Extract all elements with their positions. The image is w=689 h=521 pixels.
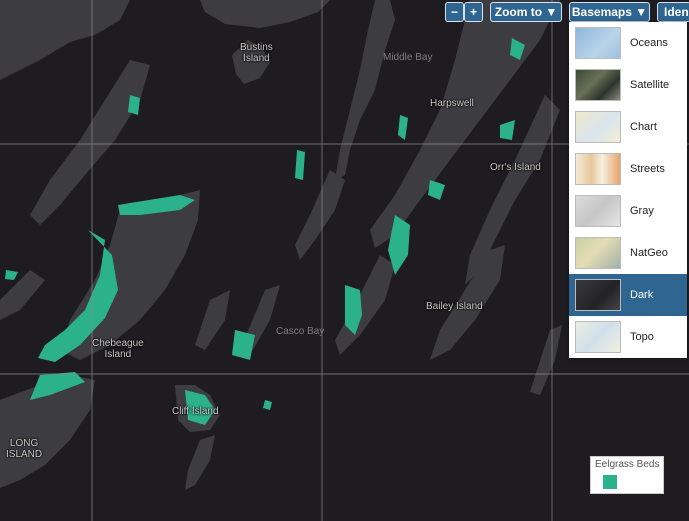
basemap-label: Dark [630, 289, 654, 301]
place-label-harpswell: Harpswell [430, 98, 474, 109]
basemap-item-natgeo[interactable]: NatGeo [569, 232, 687, 274]
basemap-item-satellite[interactable]: Satellite [569, 64, 687, 106]
basemap-item-streets[interactable]: Streets [569, 148, 687, 190]
basemap-item-gray[interactable]: Gray [569, 190, 687, 232]
satellite-thumbnail [575, 69, 621, 101]
basemap-item-topo[interactable]: Topo [569, 316, 687, 358]
gray-thumbnail [575, 195, 621, 227]
basemap-gallery: Oceans Satellite Chart Streets Gray NatG… [569, 22, 687, 358]
basemap-label: Chart [630, 121, 657, 133]
basemap-label: NatGeo [630, 247, 668, 259]
legend-title: Eelgrass Beds [595, 459, 660, 470]
basemap-item-oceans[interactable]: Oceans [569, 22, 687, 64]
zoom-to-button[interactable]: Zoom to ▼ [490, 2, 562, 22]
place-label-casco-bay: Casco Bay [276, 326, 325, 337]
basemap-item-dark[interactable]: Dark [569, 274, 687, 316]
basemap-label: Topo [630, 331, 654, 343]
natgeo-thumbnail [575, 237, 621, 269]
place-label-bailey-island: Bailey Island [426, 301, 483, 312]
place-label-long-island: LONG ISLAND [6, 438, 43, 460]
basemap-label: Satellite [630, 79, 670, 91]
zoom-in-button[interactable]: + [464, 2, 483, 22]
dark-thumbnail [575, 279, 621, 311]
eelgrass-swatch [603, 475, 617, 489]
streets-thumbnail [575, 153, 621, 185]
place-label-orrs-island: Orr's Island [490, 162, 541, 173]
map-legend: Eelgrass Beds [590, 456, 664, 494]
place-label-cliff-island: Cliff Island [172, 406, 219, 417]
topo-thumbnail [575, 321, 621, 353]
basemaps-button[interactable]: Basemaps ▼ [569, 2, 650, 22]
identify-button[interactable]: Iden [657, 2, 689, 22]
chart-thumbnail [575, 111, 621, 143]
basemap-label: Oceans [630, 37, 668, 49]
place-label-bustins-island: Bustins Island [240, 42, 273, 64]
basemap-label: Gray [630, 205, 654, 217]
place-label-middle-bay: Middle Bay [383, 52, 433, 63]
basemap-item-chart[interactable]: Chart [569, 106, 687, 148]
oceans-thumbnail [575, 27, 621, 59]
zoom-out-button[interactable]: − [445, 2, 464, 22]
place-label-chebeague-island: Chebeague Island [92, 338, 144, 360]
basemap-label: Streets [630, 163, 665, 175]
